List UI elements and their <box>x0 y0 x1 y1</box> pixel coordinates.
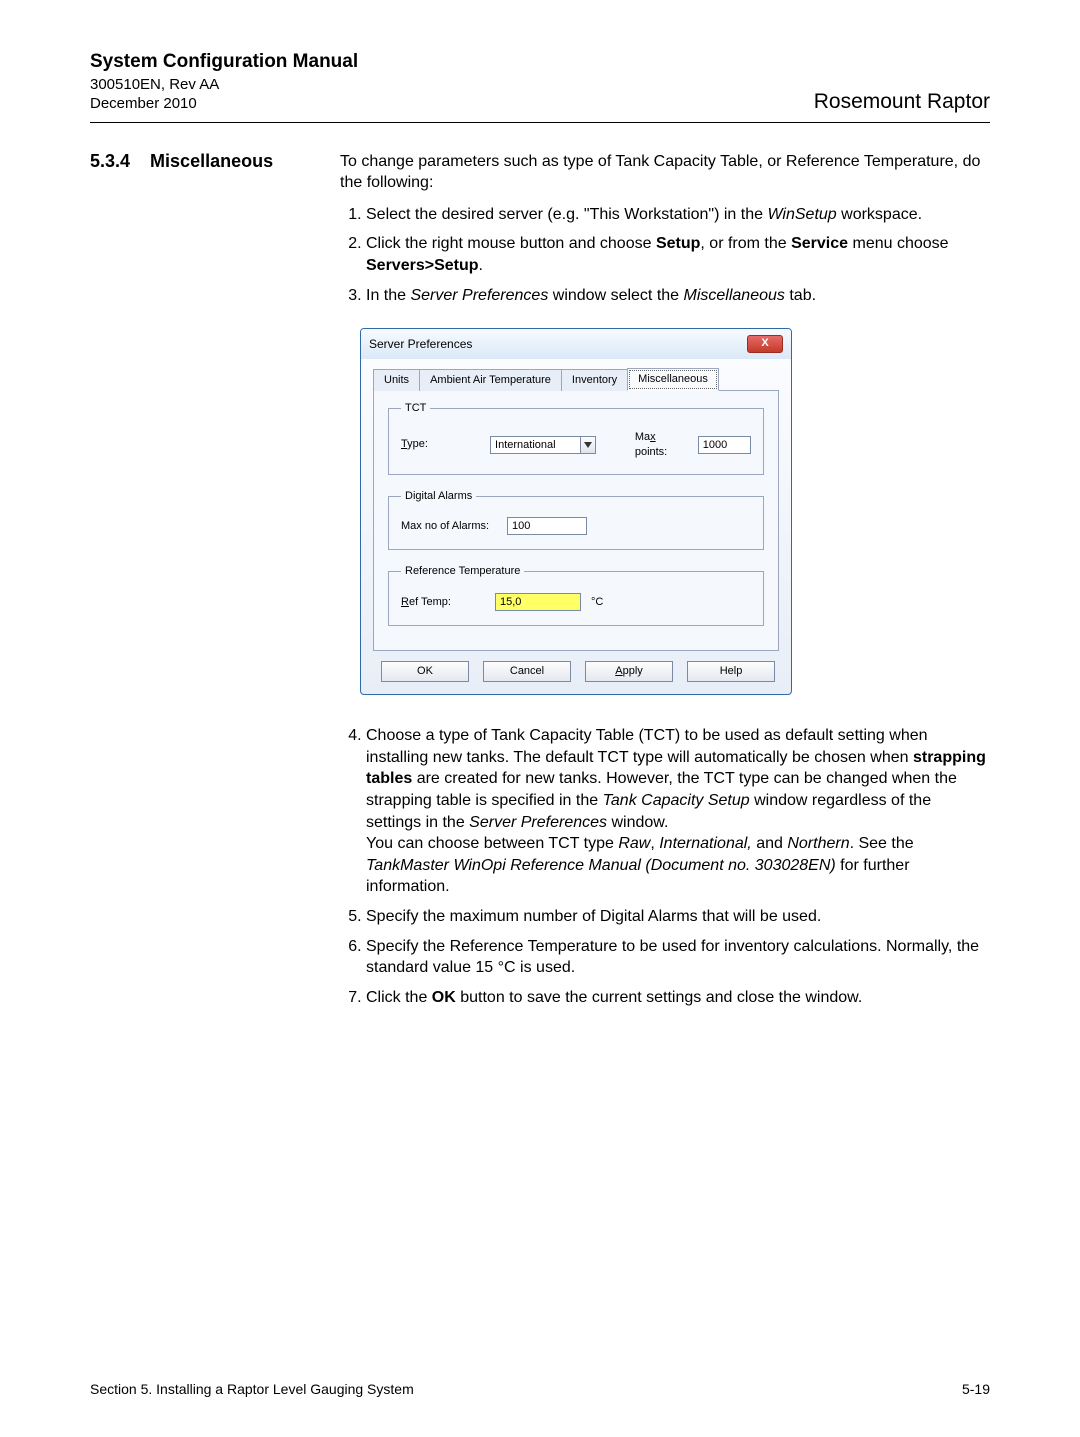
dialog-button-row: OK Cancel Apply Help <box>373 651 779 692</box>
page-footer: Section 5. Installing a Raptor Level Gau… <box>90 1381 990 1397</box>
ref-temp-input[interactable]: 15,0 <box>495 593 581 611</box>
footer-left: Section 5. Installing a Raptor Level Gau… <box>90 1381 414 1397</box>
alarms-row: Max no of Alarms: 100 <box>401 517 751 535</box>
tab-units[interactable]: Units <box>373 369 420 391</box>
max-alarms-label: Max no of Alarms: <box>401 519 497 534</box>
tab-panel-miscellaneous: TCT Type: International <box>373 391 779 651</box>
steps-list-continued: Choose a type of Tank Capacity Table (TC… <box>340 725 990 1008</box>
step-5: Specify the maximum number of Digital Al… <box>366 906 990 928</box>
ref-temp-label: Ref Temp: <box>401 595 485 610</box>
doc-date: December 2010 <box>90 94 358 114</box>
step-2: Click the right mouse button and choose … <box>366 233 990 276</box>
step-6: Specify the Reference Temperature to be … <box>366 936 990 979</box>
tab-ambient[interactable]: Ambient Air Temperature <box>419 369 562 391</box>
steps-list: Select the desired server (e.g. "This Wo… <box>340 204 990 306</box>
max-points-label: Max points: <box>635 430 688 460</box>
section-number: 5.3.4 <box>90 151 130 172</box>
reference-temperature-legend: Reference Temperature <box>401 564 524 579</box>
max-alarms-input[interactable]: 100 <box>507 517 587 535</box>
doc-number: 300510EN, Rev AA <box>90 75 358 95</box>
section-title: Miscellaneous <box>150 151 273 172</box>
section-row: 5.3.4 Miscellaneous To change parameters… <box>90 151 990 1017</box>
tab-inventory[interactable]: Inventory <box>561 369 628 391</box>
footer-right: 5-19 <box>962 1381 990 1397</box>
dialog-figure: Server Preferences X Units Ambient Air T… <box>360 328 792 695</box>
digital-alarms-legend: Digital Alarms <box>401 489 476 504</box>
dialog-body: Units Ambient Air Temperature Inventory … <box>361 359 791 694</box>
tab-strip: Units Ambient Air Temperature Inventory … <box>373 367 779 391</box>
reftemp-row: Ref Temp: 15,0 °C <box>401 593 751 611</box>
chevron-down-icon <box>580 436 596 454</box>
step-4: Choose a type of Tank Capacity Table (TC… <box>366 725 990 898</box>
tct-row: Type: International Max points: <box>401 430 751 460</box>
page-header: System Configuration Manual 300510EN, Re… <box>90 50 990 123</box>
tct-legend: TCT <box>401 401 430 416</box>
section-content: To change parameters such as type of Tan… <box>340 151 990 1017</box>
section-heading: 5.3.4 Miscellaneous <box>90 151 300 172</box>
reference-temperature-group: Reference Temperature Ref Temp: 15,0 °C <box>388 564 764 626</box>
digital-alarms-group: Digital Alarms Max no of Alarms: 100 <box>388 489 764 551</box>
intro-paragraph: To change parameters such as type of Tan… <box>340 151 990 194</box>
cancel-button[interactable]: Cancel <box>483 661 571 682</box>
document-page: System Configuration Manual 300510EN, Re… <box>0 0 1080 1437</box>
close-button[interactable]: X <box>747 335 783 353</box>
dialog-title-text: Server Preferences <box>369 336 472 352</box>
doc-title: System Configuration Manual <box>90 50 358 75</box>
tct-type-value: International <box>490 436 580 454</box>
ok-button[interactable]: OK <box>381 661 469 682</box>
help-button[interactable]: Help <box>687 661 775 682</box>
server-preferences-dialog: Server Preferences X Units Ambient Air T… <box>360 328 792 695</box>
dialog-titlebar: Server Preferences X <box>361 329 791 359</box>
max-points-input[interactable]: 1000 <box>698 436 751 454</box>
header-left: System Configuration Manual 300510EN, Re… <box>90 50 358 114</box>
tct-type-label: Type: <box>401 437 480 452</box>
tct-group: TCT Type: International <box>388 401 764 475</box>
step-3: In the Server Preferences window select … <box>366 285 990 307</box>
ref-temp-unit: °C <box>591 595 603 610</box>
apply-button[interactable]: Apply <box>585 661 673 682</box>
step-1: Select the desired server (e.g. "This Wo… <box>366 204 990 226</box>
brand-name: Rosemount Raptor <box>814 90 990 114</box>
tct-type-dropdown[interactable]: International <box>490 436 596 454</box>
step-7: Click the OK button to save the current … <box>366 987 990 1009</box>
tab-miscellaneous[interactable]: Miscellaneous <box>627 368 719 391</box>
